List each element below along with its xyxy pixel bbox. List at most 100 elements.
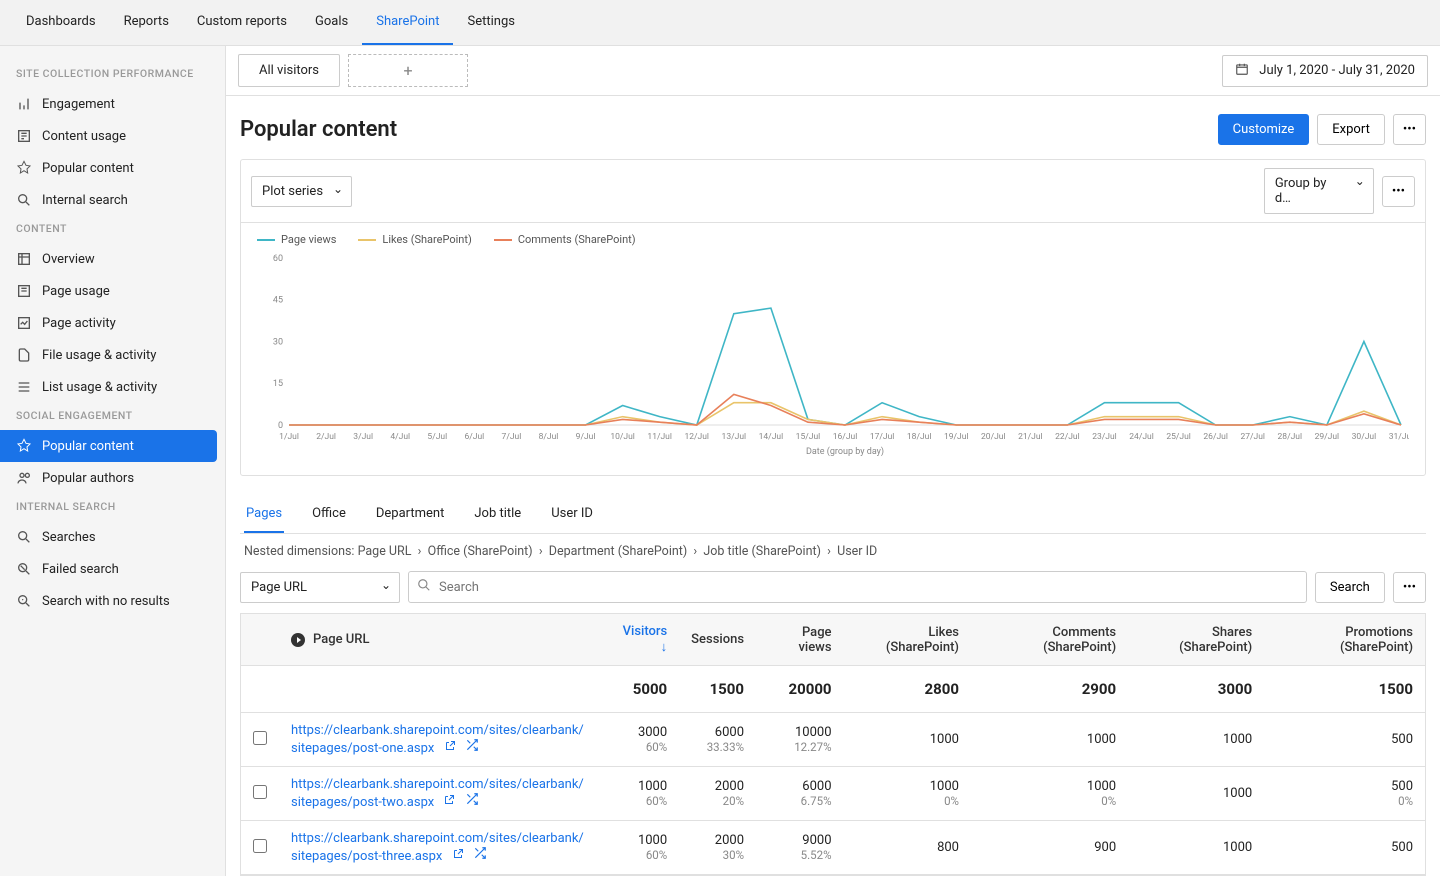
svg-text:19/Jul: 19/Jul — [944, 432, 969, 442]
more-actions-button[interactable]: ••• — [1393, 114, 1426, 145]
dimension-tab[interactable]: Job title — [472, 496, 523, 533]
svg-text:15/Jul: 15/Jul — [796, 432, 821, 442]
shuffle-icon[interactable] — [465, 792, 479, 810]
svg-text:18/Jul: 18/Jul — [907, 432, 932, 442]
segment-chip[interactable]: All visitors — [238, 54, 340, 87]
column-header[interactable]: Likes (SharePoint) — [844, 614, 971, 666]
open-icon[interactable] — [444, 740, 456, 756]
dimension-select[interactable]: Page URL — [240, 572, 400, 603]
top-nav: DashboardsReportsCustom reportsGoalsShar… — [0, 0, 1440, 46]
column-header[interactable]: Comments (SharePoint) — [971, 614, 1128, 666]
add-segment-button[interactable]: + — [348, 54, 468, 87]
nested-crumb[interactable]: User ID — [837, 544, 877, 559]
column-header[interactable]: Promotions (SharePoint) — [1264, 614, 1425, 666]
sidebar-section-title: CONTENT — [0, 216, 225, 243]
page-url-link[interactable]: https://clearbank.sharepoint.com/sites/c… — [291, 777, 584, 810]
export-button[interactable]: Export — [1317, 114, 1385, 145]
sidebar-item-icon — [16, 192, 32, 208]
chart-card: Plot series Group by d… ••• Page views Li… — [240, 159, 1426, 476]
nested-crumb[interactable]: Job title (SharePoint) — [703, 544, 821, 559]
svg-text:27/Jul: 27/Jul — [1240, 432, 1265, 442]
sidebar-item-label: Internal search — [42, 193, 128, 208]
sidebar-item[interactable]: Overview — [0, 243, 225, 275]
legend-item[interactable]: Likes (SharePoint) — [358, 233, 471, 246]
svg-text:5/Jul: 5/Jul — [427, 432, 447, 442]
data-cell: 100060% — [599, 821, 679, 875]
url-cell: https://clearbank.sharepoint.com/sites/c… — [279, 821, 599, 875]
row-checkbox[interactable] — [253, 839, 267, 853]
sidebar-item[interactable]: Page activity — [0, 307, 225, 339]
total-cell: 5000 — [599, 666, 679, 713]
svg-text:14/Jul: 14/Jul — [759, 432, 784, 442]
date-range-picker[interactable]: July 1, 2020 - July 31, 2020 — [1222, 55, 1428, 87]
data-cell: 5000% — [1264, 767, 1425, 821]
topnav-item[interactable]: Dashboards — [12, 0, 110, 45]
nested-crumb[interactable]: Office (SharePoint) — [428, 544, 533, 559]
sidebar-item-label: Searches — [42, 530, 96, 545]
search-input[interactable] — [439, 580, 1298, 595]
sidebar-item[interactable]: Searches — [0, 521, 225, 553]
dimension-tab[interactable]: Office — [310, 496, 348, 533]
title-actions: Customize Export ••• — [1218, 114, 1426, 145]
page-url-link[interactable]: https://clearbank.sharepoint.com/sites/c… — [291, 831, 584, 864]
plot-series-select[interactable]: Plot series — [251, 176, 352, 207]
sidebar-item[interactable]: Popular content — [0, 152, 225, 184]
sidebar-item-icon — [16, 529, 32, 545]
legend-item[interactable]: Comments (SharePoint) — [494, 233, 636, 246]
svg-text:24/Jul: 24/Jul — [1129, 432, 1154, 442]
sidebar-item[interactable]: Failed search — [0, 553, 225, 585]
dimension-tab[interactable]: Department — [374, 496, 447, 533]
topnav-item[interactable]: Reports — [110, 0, 183, 45]
svg-text:6/Jul: 6/Jul — [465, 432, 485, 442]
column-header[interactable]: Visitors ↓ — [599, 614, 679, 666]
open-icon[interactable] — [452, 848, 464, 864]
svg-text:8/Jul: 8/Jul — [539, 432, 559, 442]
table-more-button[interactable]: ••• — [1393, 572, 1426, 603]
data-cell: 1000 — [844, 713, 971, 767]
topnav-item[interactable]: SharePoint — [362, 0, 453, 45]
sidebar-item[interactable]: Page usage — [0, 275, 225, 307]
table-row: https://clearbank.sharepoint.com/sites/c… — [241, 713, 1425, 767]
sidebar-item-label: Popular content — [42, 161, 134, 176]
sidebar-item-label: Engagement — [42, 97, 115, 112]
svg-text:Date (group by day): Date (group by day) — [806, 446, 884, 457]
sidebar-item[interactable]: Popular authors — [0, 462, 225, 494]
svg-text:7/Jul: 7/Jul — [502, 432, 522, 442]
sidebar-item[interactable]: Search with no results — [0, 585, 225, 617]
row-checkbox[interactable] — [253, 785, 267, 799]
shuffle-icon[interactable] — [465, 738, 479, 756]
data-cell: 10000% — [844, 767, 971, 821]
search-button[interactable]: Search — [1315, 572, 1385, 603]
data-cell: 500 — [1264, 821, 1425, 875]
row-checkbox[interactable] — [253, 731, 267, 745]
open-icon[interactable] — [443, 794, 455, 810]
topnav-item[interactable]: Settings — [453, 0, 528, 45]
column-header[interactable]: Page URL — [279, 614, 599, 666]
column-header[interactable]: Sessions — [679, 614, 756, 666]
data-cell: 300060% — [599, 713, 679, 767]
chart-more-button[interactable]: ••• — [1382, 176, 1415, 207]
sidebar-item[interactable]: List usage & activity — [0, 371, 225, 403]
column-header[interactable]: Shares (SharePoint) — [1128, 614, 1264, 666]
topnav-item[interactable]: Custom reports — [183, 0, 301, 45]
search-field[interactable] — [408, 571, 1307, 603]
sidebar-item[interactable]: Popular content — [0, 430, 217, 462]
sidebar-item[interactable]: Content usage — [0, 120, 225, 152]
dimension-tab[interactable]: User ID — [549, 496, 595, 533]
group-by-select[interactable]: Group by d… — [1264, 168, 1374, 214]
sidebar-item[interactable]: Engagement — [0, 88, 225, 120]
nested-crumb[interactable]: Department (SharePoint) — [549, 544, 687, 559]
column-header[interactable]: Page views — [756, 614, 844, 666]
nested-crumb[interactable]: Page URL — [358, 544, 412, 559]
legend-item[interactable]: Page views — [257, 233, 336, 246]
topnav-item[interactable]: Goals — [301, 0, 362, 45]
sidebar-item[interactable]: Internal search — [0, 184, 225, 216]
page-url-link[interactable]: https://clearbank.sharepoint.com/sites/c… — [291, 723, 584, 756]
shuffle-icon[interactable] — [473, 846, 487, 864]
dimension-tab[interactable]: Pages — [244, 496, 284, 533]
svg-text:23/Jul: 23/Jul — [1092, 432, 1117, 442]
customize-button[interactable]: Customize — [1218, 114, 1310, 145]
sidebar-item[interactable]: File usage & activity — [0, 339, 225, 371]
svg-text:17/Jul: 17/Jul — [870, 432, 895, 442]
svg-text:30: 30 — [273, 338, 283, 348]
